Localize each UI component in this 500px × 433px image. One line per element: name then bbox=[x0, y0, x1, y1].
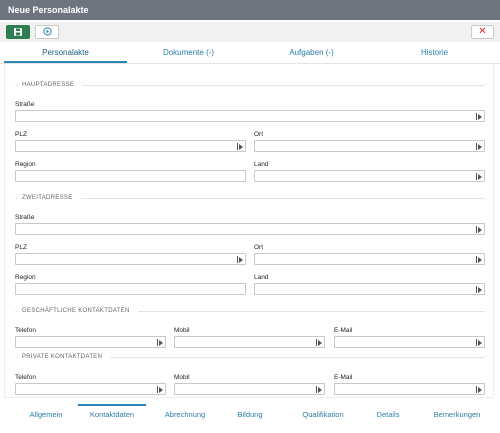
language-icon[interactable] bbox=[476, 173, 482, 180]
language-icon[interactable] bbox=[476, 256, 482, 263]
tab-kontaktdaten[interactable]: Kontaktdaten bbox=[78, 404, 146, 426]
save-icon bbox=[14, 23, 22, 41]
circle-arrow-icon bbox=[42, 23, 52, 41]
label-telefon: Telefon bbox=[15, 327, 36, 334]
bottom-tab-bar: Allgemein Kontaktdaten Abrechnung Bildun… bbox=[0, 404, 500, 426]
label-plz: PLZ bbox=[15, 131, 27, 138]
refresh-button[interactable] bbox=[35, 25, 59, 39]
tab-bemerkungen[interactable]: Bemerkungen bbox=[425, 404, 489, 426]
ort-2-input[interactable] bbox=[254, 253, 485, 265]
plz-input[interactable] bbox=[15, 140, 246, 152]
section-zweitadresse: ZWEITADRESSE bbox=[15, 195, 485, 201]
tab-qualifikation[interactable]: Qualifikation bbox=[288, 404, 358, 426]
label-email: E-Mail bbox=[334, 327, 353, 334]
close-button[interactable]: ✕ bbox=[471, 25, 494, 39]
language-icon[interactable] bbox=[316, 386, 322, 393]
language-icon[interactable] bbox=[157, 386, 163, 393]
tab-aufgaben[interactable]: Aufgaben (-) bbox=[250, 43, 373, 63]
label-land-2: Land bbox=[254, 274, 269, 281]
tab-details[interactable]: Details bbox=[365, 404, 411, 426]
tab-personalakte[interactable]: Personalakte bbox=[4, 43, 127, 63]
section-title: HAUPTADRESSE bbox=[22, 82, 75, 88]
mobil-input[interactable] bbox=[174, 336, 325, 348]
close-icon: ✕ bbox=[478, 26, 487, 37]
label-ort-2: Ort bbox=[254, 244, 264, 251]
telefon-input[interactable] bbox=[15, 336, 166, 348]
language-icon[interactable] bbox=[476, 386, 482, 393]
language-icon[interactable] bbox=[476, 226, 482, 233]
section-private-kontaktdaten: PRIVATE KONTAKTDATEN bbox=[15, 354, 485, 360]
label-plz-2: PLZ bbox=[15, 244, 27, 251]
section-title: ZWEITADRESSE bbox=[22, 195, 73, 201]
label-email-privat: E-Mail bbox=[334, 374, 353, 381]
telefon-privat-input[interactable] bbox=[15, 383, 166, 395]
section-geschaeftliche-kontaktdaten: GESCHÄFTLICHE KONTAKTDATEN bbox=[15, 308, 485, 314]
language-icon[interactable] bbox=[476, 286, 482, 293]
section-title: PRIVATE KONTAKTDATEN bbox=[22, 354, 103, 360]
label-mobil-privat: Mobil bbox=[174, 374, 190, 381]
label-ort: Ort bbox=[254, 131, 264, 138]
tab-bildung[interactable]: Bildung bbox=[224, 404, 276, 426]
section-title: GESCHÄFTLICHE KONTAKTDATEN bbox=[22, 308, 130, 314]
label-mobil: Mobil bbox=[174, 327, 190, 334]
ort-input[interactable] bbox=[254, 140, 485, 152]
toolbar: ✕ bbox=[0, 22, 500, 42]
save-button[interactable] bbox=[6, 25, 30, 39]
language-icon[interactable] bbox=[476, 143, 482, 150]
plz-2-input[interactable] bbox=[15, 253, 246, 265]
email-privat-input[interactable] bbox=[334, 383, 485, 395]
tab-allgemein[interactable]: Allgemein bbox=[14, 404, 78, 426]
language-icon[interactable] bbox=[316, 339, 322, 346]
section-hauptadresse: HAUPTADRESSE bbox=[15, 82, 485, 88]
label-strasse: Straße bbox=[15, 101, 35, 108]
region-2-input[interactable] bbox=[15, 283, 246, 295]
land-2-input[interactable] bbox=[254, 283, 485, 295]
label-telefon-privat: Telefon bbox=[15, 374, 36, 381]
land-input[interactable] bbox=[254, 170, 485, 182]
strasse-2-input[interactable] bbox=[15, 223, 485, 235]
label-region-2: Region bbox=[15, 274, 36, 281]
email-input[interactable] bbox=[334, 336, 485, 348]
tab-dokumente[interactable]: Dokumente (-) bbox=[127, 43, 250, 63]
tab-abrechnung[interactable]: Abrechnung bbox=[152, 404, 218, 426]
label-strasse-2: Straße bbox=[15, 214, 35, 221]
mobil-privat-input[interactable] bbox=[174, 383, 325, 395]
strasse-input[interactable] bbox=[15, 110, 485, 122]
window-title: Neue Personalakte bbox=[0, 0, 500, 20]
language-icon[interactable] bbox=[237, 143, 243, 150]
active-tab-indicator bbox=[4, 61, 127, 63]
label-land: Land bbox=[254, 161, 269, 168]
language-icon[interactable] bbox=[157, 339, 163, 346]
language-icon[interactable] bbox=[476, 113, 482, 120]
region-input[interactable] bbox=[15, 170, 246, 182]
label-region: Region bbox=[15, 161, 36, 168]
language-icon[interactable] bbox=[237, 256, 243, 263]
tab-historie[interactable]: Historie bbox=[373, 43, 496, 63]
language-icon[interactable] bbox=[476, 339, 482, 346]
